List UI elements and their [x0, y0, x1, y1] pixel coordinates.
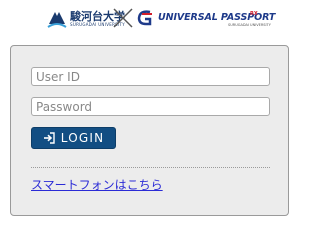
header: 駿河台大学 SURUGADAI UNIVERSITY UNIVERSAL PAS…	[0, 0, 300, 40]
login-panel: LOGIN スマートフォンはこちら	[10, 45, 289, 216]
login-button[interactable]: LOGIN	[31, 127, 116, 149]
university-emblem-icon	[47, 12, 67, 28]
product-badge: RX	[250, 11, 258, 17]
login-label: LOGIN	[60, 131, 105, 145]
user-id-input[interactable]	[31, 67, 270, 86]
university-logo: 駿河台大学 SURUGADAI UNIVERSITY	[46, 6, 125, 34]
password-input[interactable]	[31, 97, 270, 116]
universal-passport-logo: UNIVERSAL PASSPORT RX SURUGADAI UNIVERSI…	[136, 8, 275, 30]
universal-passport-emblem-icon	[137, 10, 152, 26]
divider	[31, 167, 270, 168]
smartphone-link[interactable]: スマートフォンはこちら	[31, 176, 163, 193]
product-subtitle: SURUGADAI UNIVERSITY	[228, 23, 271, 27]
cross-icon	[113, 8, 133, 28]
sign-in-icon	[43, 132, 55, 144]
